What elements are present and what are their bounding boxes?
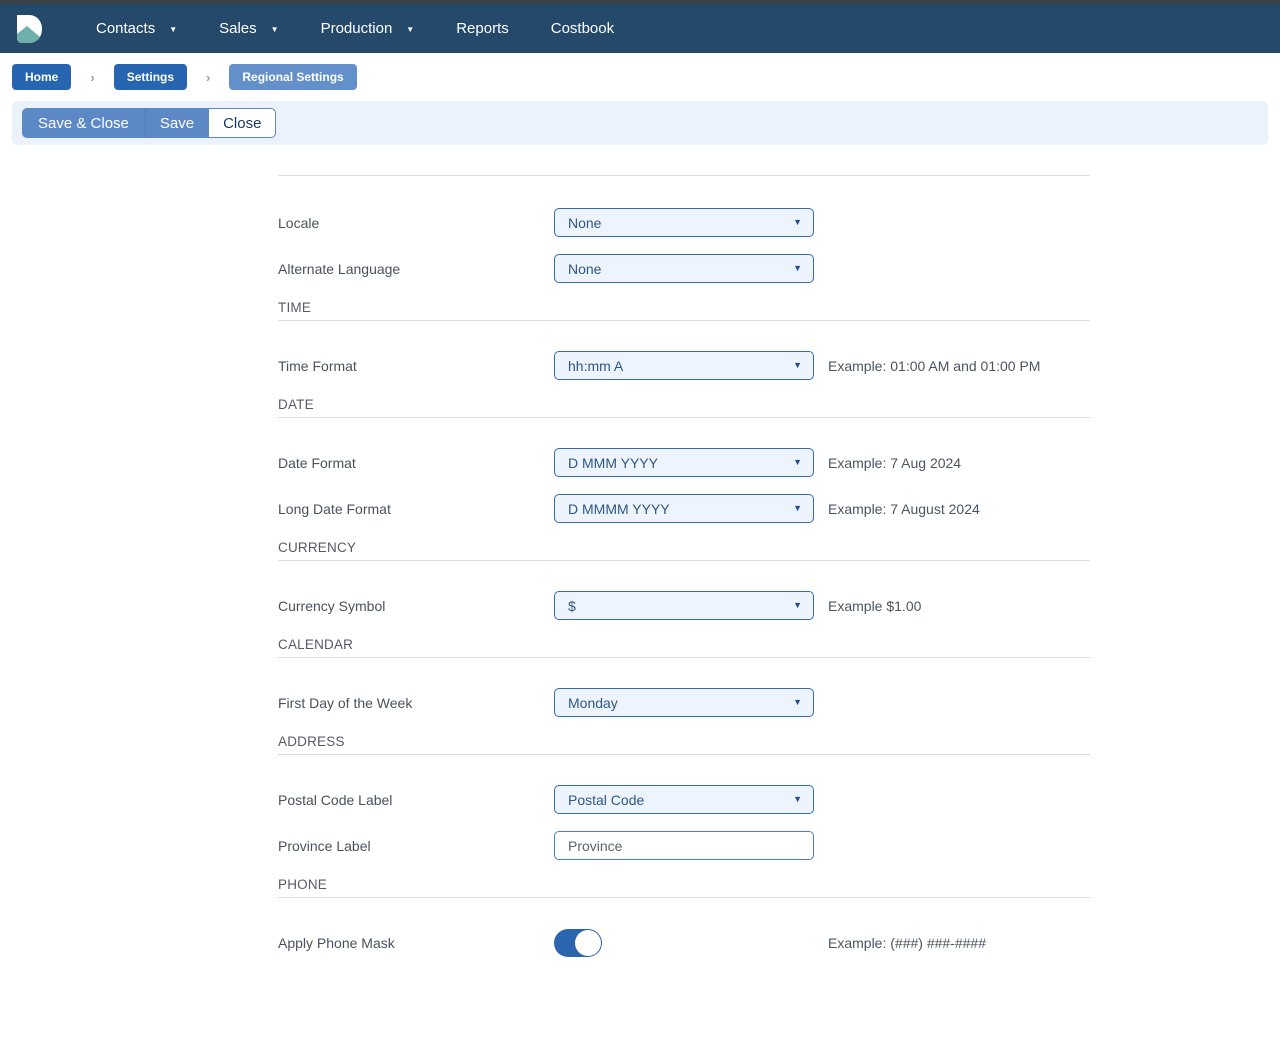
breadcrumb-home[interactable]: Home [12,64,71,90]
section-address: ADDRESS Postal Code Label Postal Code ▼ … [278,734,1090,860]
breadcrumb-settings[interactable]: Settings [114,64,187,90]
main-navbar: Contacts ▼ Sales ▼ Production ▼ Reports … [0,4,1280,53]
select-value: Monday [568,695,618,711]
section-header-phone: PHONE [278,877,1090,898]
apply-phone-mask-toggle[interactable] [554,929,602,957]
nav-item-label: Sales [219,20,257,37]
long-date-format-example: Example: 7 August 2024 [828,501,980,517]
first-day-of-week-select[interactable]: Monday ▼ [554,688,814,717]
chevron-down-icon: ▼ [793,458,802,467]
nav-item-costbook[interactable]: Costbook [543,14,622,43]
first-day-of-week-row: First Day of the Week Monday ▼ [278,688,1090,717]
chevron-down-icon: ▼ [793,795,802,804]
nav-item-contacts[interactable]: Contacts ▼ [88,14,185,43]
nav-item-label: Contacts [96,20,155,37]
long-date-format-label: Long Date Format [278,501,554,517]
section-header-calendar: CALENDAR [278,637,1090,658]
select-value: Postal Code [568,792,644,808]
section-header-time: TIME [278,300,1090,321]
date-format-row: Date Format D MMM YYYY ▼ Example: 7 Aug … [278,448,1090,477]
chevron-down-icon: ▼ [406,26,414,34]
time-format-row: Time Format hh:mm A ▼ Example: 01:00 AM … [278,351,1090,380]
section-header-date: DATE [278,397,1090,418]
province-label-label: Province Label [278,838,554,854]
select-value: None [568,261,601,277]
select-value: D MMMM YYYY [568,501,670,517]
currency-symbol-row: Currency Symbol $ ▼ Example $1.00 [278,591,1090,620]
postal-code-label-select[interactable]: Postal Code ▼ [554,785,814,814]
alternate-language-select[interactable]: None ▼ [554,254,814,283]
select-value: None [568,215,601,231]
nav-items: Contacts ▼ Sales ▼ Production ▼ Reports … [88,14,648,43]
save-and-close-button[interactable]: Save & Close [22,108,146,138]
nav-item-production[interactable]: Production ▼ [313,14,423,43]
section-time: TIME Time Format hh:mm A ▼ Example: 01:0… [278,300,1090,380]
date-format-select[interactable]: D MMM YYYY ▼ [554,448,814,477]
apply-phone-mask-example: Example: (###) ###-#### [828,935,986,951]
locale-label: Locale [278,215,554,231]
chevron-down-icon: ▼ [793,601,802,610]
nav-item-label: Costbook [551,20,614,37]
breadcrumb: Home › Settings › Regional Settings [0,53,1280,100]
time-format-example: Example: 01:00 AM and 01:00 PM [828,358,1040,374]
locale-select[interactable]: None ▼ [554,208,814,237]
select-value: hh:mm A [568,358,623,374]
chevron-down-icon: ▼ [793,504,802,513]
breadcrumb-separator-icon: › [90,70,94,85]
date-format-example: Example: 7 Aug 2024 [828,455,961,471]
province-label-input[interactable] [554,831,814,860]
first-day-of-week-label: First Day of the Week [278,695,554,711]
postal-code-label-label: Postal Code Label [278,792,554,808]
app-logo-icon[interactable] [16,14,43,44]
date-format-label: Date Format [278,455,554,471]
form-top-divider [278,175,1090,176]
action-toolbar: Save & Close Save Close [12,101,1268,145]
chevron-down-icon: ▼ [271,26,279,34]
section-currency: CURRENCY Currency Symbol $ ▼ Example $1.… [278,540,1090,620]
section-header-address: ADDRESS [278,734,1090,755]
close-button[interactable]: Close [208,108,276,138]
chevron-down-icon: ▼ [169,26,177,34]
save-button[interactable]: Save [146,108,208,138]
province-label-row: Province Label [278,831,1090,860]
time-format-label: Time Format [278,358,554,374]
currency-symbol-example: Example $1.00 [828,598,921,614]
chevron-down-icon: ▼ [793,218,802,227]
currency-symbol-select[interactable]: $ ▼ [554,591,814,620]
section-calendar: CALENDAR First Day of the Week Monday ▼ [278,637,1090,717]
section-date: DATE Date Format D MMM YYYY ▼ Example: 7… [278,397,1090,523]
chevron-down-icon: ▼ [793,361,802,370]
locale-row: Locale None ▼ [278,208,1090,237]
apply-phone-mask-row: Apply Phone Mask Example: (###) ###-#### [278,928,1090,957]
apply-phone-mask-label: Apply Phone Mask [278,935,554,951]
nav-item-reports[interactable]: Reports [448,14,517,43]
select-value: $ [568,598,576,614]
chevron-down-icon: ▼ [793,698,802,707]
breadcrumb-separator-icon: › [206,70,210,85]
postal-code-label-row: Postal Code Label Postal Code ▼ [278,785,1090,814]
long-date-format-select[interactable]: D MMMM YYYY ▼ [554,494,814,523]
nav-item-label: Production [321,20,393,37]
toggle-knob [575,930,601,956]
section-phone: PHONE Apply Phone Mask Example: (###) ##… [278,877,1090,957]
chevron-down-icon: ▼ [793,264,802,273]
long-date-format-row: Long Date Format D MMMM YYYY ▼ Example: … [278,494,1090,523]
nav-item-sales[interactable]: Sales ▼ [211,14,286,43]
time-format-select[interactable]: hh:mm A ▼ [554,351,814,380]
breadcrumb-regional-settings[interactable]: Regional Settings [229,64,356,90]
currency-symbol-label: Currency Symbol [278,598,554,614]
select-value: D MMM YYYY [568,455,658,471]
regional-settings-form: Locale None ▼ Alternate Language None ▼ … [278,175,1090,957]
nav-item-label: Reports [456,20,509,37]
alternate-language-row: Alternate Language None ▼ [278,254,1090,283]
alternate-language-label: Alternate Language [278,261,554,277]
section-header-currency: CURRENCY [278,540,1090,561]
toolbar-button-group: Save & Close Save Close [22,108,276,138]
